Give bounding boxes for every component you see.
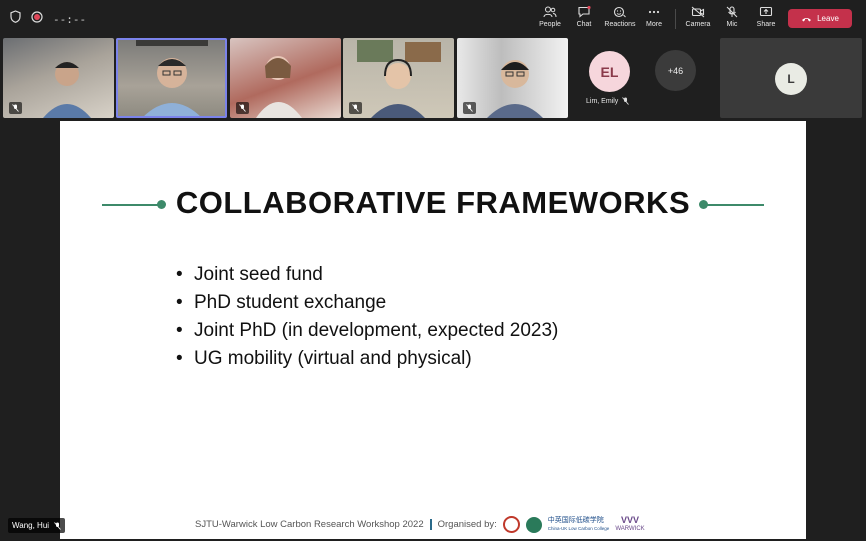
footer-event-text: SJTU-Warwick Low Carbon Research Worksho… [195, 519, 424, 530]
meeting-timer: --:-- [53, 12, 87, 26]
chat-label: Chat [576, 21, 592, 28]
muted-mic-icon [622, 97, 630, 105]
leave-button[interactable]: Leave [788, 9, 852, 28]
muted-mic-icon [236, 102, 249, 114]
slide-footer: SJTU-Warwick Low Carbon Research Worksho… [195, 514, 645, 533]
slide-title: COLLABORATIVE FRAMEWORKS [175, 185, 691, 220]
chat-button[interactable]: Chat [564, 4, 604, 28]
share-button[interactable]: Share [746, 4, 786, 28]
people-icon [543, 6, 557, 18]
list-item: • UG mobility (virtual and physical) [176, 348, 472, 369]
video-tile[interactable] [3, 38, 114, 118]
slide-bullet-list: • Joint seed fund • PhD student exchange •… [176, 261, 558, 373]
camera-off-icon [691, 6, 705, 18]
more-label: More [646, 21, 662, 28]
video-tile-active-speaker[interactable] [116, 38, 227, 118]
leave-label: Leave [817, 14, 839, 23]
hangup-icon [802, 17, 812, 21]
list-item: • Joint PhD (in development, expected 202… [176, 320, 559, 341]
muted-mic-icon [54, 521, 61, 530]
toolbar-divider [675, 9, 676, 29]
muted-mic-icon [349, 102, 362, 114]
college-logo-text: 中英国际低碳学院 China-UK Low Carbon College [547, 516, 610, 531]
reactions-label: Reactions [604, 21, 636, 28]
shield-icon[interactable] [10, 10, 21, 28]
video-tile[interactable] [457, 38, 568, 118]
sjtu-logo-icon [502, 516, 520, 533]
camera-label: Camera [685, 21, 711, 28]
muted-mic-icon [9, 102, 22, 114]
participant-avatar-emily[interactable]: EL [589, 51, 630, 92]
warwick-logo: VVV WARWICK [615, 514, 645, 532]
college-logo-icon [525, 516, 542, 533]
toolbar-left: --:-- [10, 10, 86, 28]
recording-icon [31, 10, 43, 28]
title-rule-right [704, 204, 764, 206]
video-tile[interactable] [343, 38, 454, 118]
shared-slide: COLLABORATIVE FRAMEWORKS • Joint seed fun… [60, 121, 806, 539]
self-name-tag: Wang, Hui [8, 518, 66, 533]
more-button[interactable]: More [634, 4, 674, 28]
participant-video-icon [136, 38, 208, 118]
footer-divider [429, 519, 432, 530]
video-tile[interactable] [230, 38, 341, 118]
list-item: • PhD student exchange [176, 292, 387, 313]
participant-strip: EL Lim, Emily +46 L [0, 38, 866, 120]
ellipsis-icon [648, 10, 660, 14]
muted-mic-icon [463, 102, 476, 114]
people-label: People [539, 21, 561, 28]
more-participants-button[interactable]: +46 [655, 50, 696, 91]
share-icon [759, 6, 773, 17]
mic-off-icon [726, 6, 738, 18]
participant-avatar-l: L [775, 63, 807, 95]
warwick-logo-icon: VVV [620, 514, 639, 525]
meeting-toolbar: --:-- People Chat Reactions More Camera … [0, 0, 866, 36]
footer-organised-text: Organised by: [437, 519, 497, 530]
mic-label: Mic [726, 21, 738, 28]
share-label: Share [756, 21, 776, 28]
list-item: • Joint seed fund [176, 264, 323, 285]
participant-name-emily: Lim, Emily [586, 97, 630, 105]
video-tile-l[interactable]: L [720, 38, 862, 118]
reactions-icon [613, 6, 626, 18]
chat-icon [578, 6, 591, 18]
